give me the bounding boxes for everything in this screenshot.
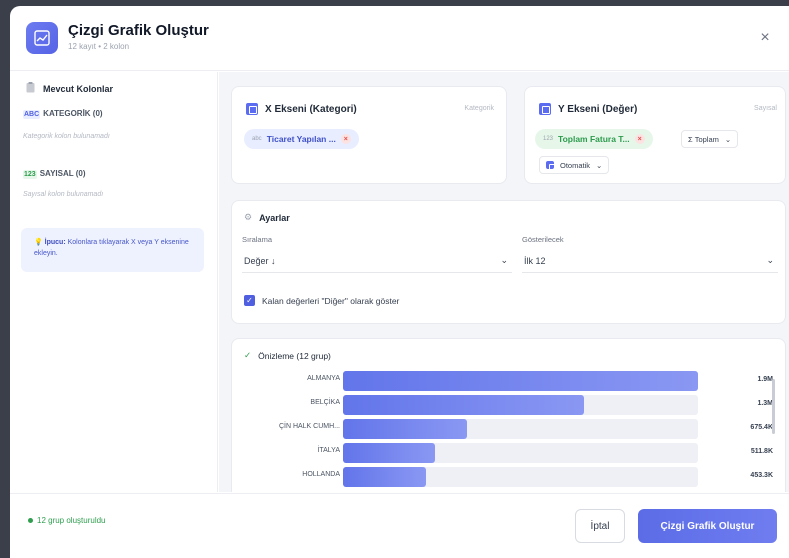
clipboard-icon xyxy=(26,82,35,95)
bar-value-label: 511.8K xyxy=(750,448,773,455)
preview-bar-row: BELÇİKA 1.3M xyxy=(232,395,785,415)
bar-track xyxy=(343,443,698,463)
scale-icon xyxy=(546,161,557,172)
bar-value-label: 453.3K xyxy=(750,472,773,479)
bar-category-label: BELÇİKA xyxy=(310,399,340,406)
scale-value: Otomatik xyxy=(560,160,591,170)
numeric-icon: 123 xyxy=(23,170,37,179)
chart-icon xyxy=(26,22,58,54)
bar-track xyxy=(343,419,698,439)
columns-sidebar: Mevcut Kolonlar ABC KATEGORİK (0) Kategor… xyxy=(10,72,218,492)
bar-category-label: İTALYA xyxy=(317,447,340,454)
numeric-empty-text: Sayısal kolon bulunamadı xyxy=(23,191,104,198)
create-line-chart-modal: Çizgi Grafik Oluştur 12 kayıt • 2 kolon … xyxy=(10,6,789,558)
x-axis-column-chip[interactable]: abc Ticaret Yapılan ... × xyxy=(244,129,359,149)
others-checkbox-row[interactable]: ✓ Kalan değerleri "Diğer" olarak göster xyxy=(244,295,399,306)
settings-card: ⚙ Ayarlar Sıralama Değer ↓ ⌄ Gösterilece… xyxy=(231,200,786,324)
numeric-label: SAYISAL (0) xyxy=(39,169,86,178)
bar-category-label: HOLLANDA xyxy=(302,471,340,478)
aggregate-value: Σ Toplam xyxy=(688,134,719,144)
status-dot-icon xyxy=(28,518,33,523)
y-axis-tag: Sayısal xyxy=(754,105,777,112)
bar-category-label: ÇİN HALK CUMH... xyxy=(278,423,340,430)
bar-value-label: 675.4K xyxy=(750,424,773,431)
chevron-down-icon: ⌄ xyxy=(724,134,732,144)
show-select[interactable]: İlk 12 ⌄ xyxy=(522,249,778,273)
modal-header: Çizgi Grafik Oluştur 12 kayıt • 2 kolon … xyxy=(10,6,789,71)
y-axis-column-label: Toplam Fatura T... xyxy=(558,134,630,144)
tip-box: 💡 İpucu: Kolonlara tıklayarak X veya Y e… xyxy=(21,228,204,272)
show-label: Gösterilecek xyxy=(522,235,564,244)
abc-icon: ABC xyxy=(23,110,41,119)
x-axis-title-label: X Ekseni (Kategori) xyxy=(265,103,357,115)
aggregate-select[interactable]: Σ Toplam ⌄ xyxy=(681,130,739,148)
modal-footer: 12 grup oluşturuldu İptal Çizgi Grafik O… xyxy=(10,493,789,558)
sort-label: Sıralama xyxy=(242,235,273,244)
bar-fill xyxy=(343,443,436,463)
preview-bar-row: HOLLANDA 453.3K xyxy=(232,467,785,487)
x-axis-column-label: Ticaret Yapılan ... xyxy=(266,134,336,144)
preview-card: ✓ Önizleme (12 grup) ALMANYA 1.9M BELÇİKA 1… xyxy=(231,338,786,492)
remove-icon[interactable]: × xyxy=(634,134,645,144)
y-axis-title-label: Y Ekseni (Değer) xyxy=(558,103,638,115)
sort-value: Değer ↓ xyxy=(244,255,276,266)
preview-bar-row: İTALYA 511.8K xyxy=(232,443,785,463)
close-icon[interactable]: × xyxy=(755,28,775,48)
bar-fill xyxy=(343,467,427,487)
cancel-button[interactable]: İptal xyxy=(575,509,625,543)
preview-title: ✓ Önizleme (12 grup) xyxy=(244,350,331,361)
preview-title-label: Önizleme (12 grup) xyxy=(258,350,331,361)
categorical-empty-text: Kategorik kolon bulunamadı xyxy=(23,133,110,140)
gear-icon: ⚙ xyxy=(244,212,253,222)
show-value: İlk 12 xyxy=(524,255,546,266)
bar-value-label: 1.3M xyxy=(757,400,773,407)
chevron-down-icon: ⌄ xyxy=(766,255,774,265)
status-text: 12 grup oluşturuldu xyxy=(28,516,106,525)
x-axis-card[interactable]: X Ekseni (Kategori) Kategorik abc Ticare… xyxy=(231,86,507,184)
create-chart-button[interactable]: Çizgi Grafik Oluştur xyxy=(638,509,777,543)
settings-title-label: Ayarlar xyxy=(259,212,290,223)
categorical-label: KATEGORİK (0) xyxy=(43,109,103,118)
preview-bar-row: ÇİN HALK CUMH... 675.4K xyxy=(232,419,785,439)
sidebar-title: Mevcut Kolonlar xyxy=(26,82,113,95)
y-axis-title: Y Ekseni (Değer) xyxy=(539,103,637,115)
modal-title: Çizgi Grafik Oluştur xyxy=(68,22,209,39)
modal-subtitle: 12 kayıt • 2 kolon xyxy=(68,42,130,51)
y-axis-column-chip[interactable]: 123 Toplam Fatura T... × xyxy=(535,129,653,149)
check-icon: ✓ xyxy=(244,350,252,360)
sort-select[interactable]: Değer ↓ ⌄ xyxy=(242,249,512,273)
scrollbar-thumb[interactable] xyxy=(772,379,775,434)
tip-bold: İpucu: xyxy=(44,239,66,246)
chevron-down-icon: ⌄ xyxy=(596,160,603,170)
bar-fill xyxy=(343,395,585,415)
main-panel: X Ekseni (Kategori) Kategorik abc Ticare… xyxy=(219,72,789,492)
bar-category-label: ALMANYA xyxy=(307,375,340,382)
x-axis-title: X Ekseni (Kategori) xyxy=(246,103,357,115)
bar-track xyxy=(343,395,698,415)
chip-type-prefix: 123 xyxy=(543,136,554,142)
chip-type-prefix: abc xyxy=(252,136,262,142)
x-axis-icon xyxy=(246,103,258,115)
bar-fill xyxy=(343,419,468,439)
scale-select[interactable]: Otomatik ⌄ xyxy=(539,156,610,174)
remove-icon[interactable]: × xyxy=(340,134,351,144)
y-axis-icon xyxy=(539,103,551,115)
preview-bar-row: ALMANYA 1.9M xyxy=(232,371,785,391)
bar-track xyxy=(343,467,698,487)
categorical-section-title: ABC KATEGORİK (0) xyxy=(23,109,103,119)
numeric-section-title: 123 SAYISAL (0) xyxy=(23,169,86,179)
status-label: 12 grup oluşturuldu xyxy=(37,516,106,525)
bar-fill xyxy=(343,371,698,391)
chevron-down-icon: ⌄ xyxy=(500,255,508,265)
bar-track xyxy=(343,371,698,391)
others-checkbox[interactable]: ✓ xyxy=(244,295,255,306)
y-axis-card[interactable]: Y Ekseni (Değer) Sayısal 123 Toplam Fatu… xyxy=(524,86,786,184)
bar-value-label: 1.9M xyxy=(757,376,773,383)
others-label: Kalan değerleri "Diğer" olarak göster xyxy=(262,295,400,306)
lightbulb-icon: 💡 xyxy=(34,239,43,246)
x-axis-tag: Kategorik xyxy=(464,105,494,112)
sidebar-title-label: Mevcut Kolonlar xyxy=(43,83,114,94)
settings-title: ⚙ Ayarlar xyxy=(244,212,290,223)
